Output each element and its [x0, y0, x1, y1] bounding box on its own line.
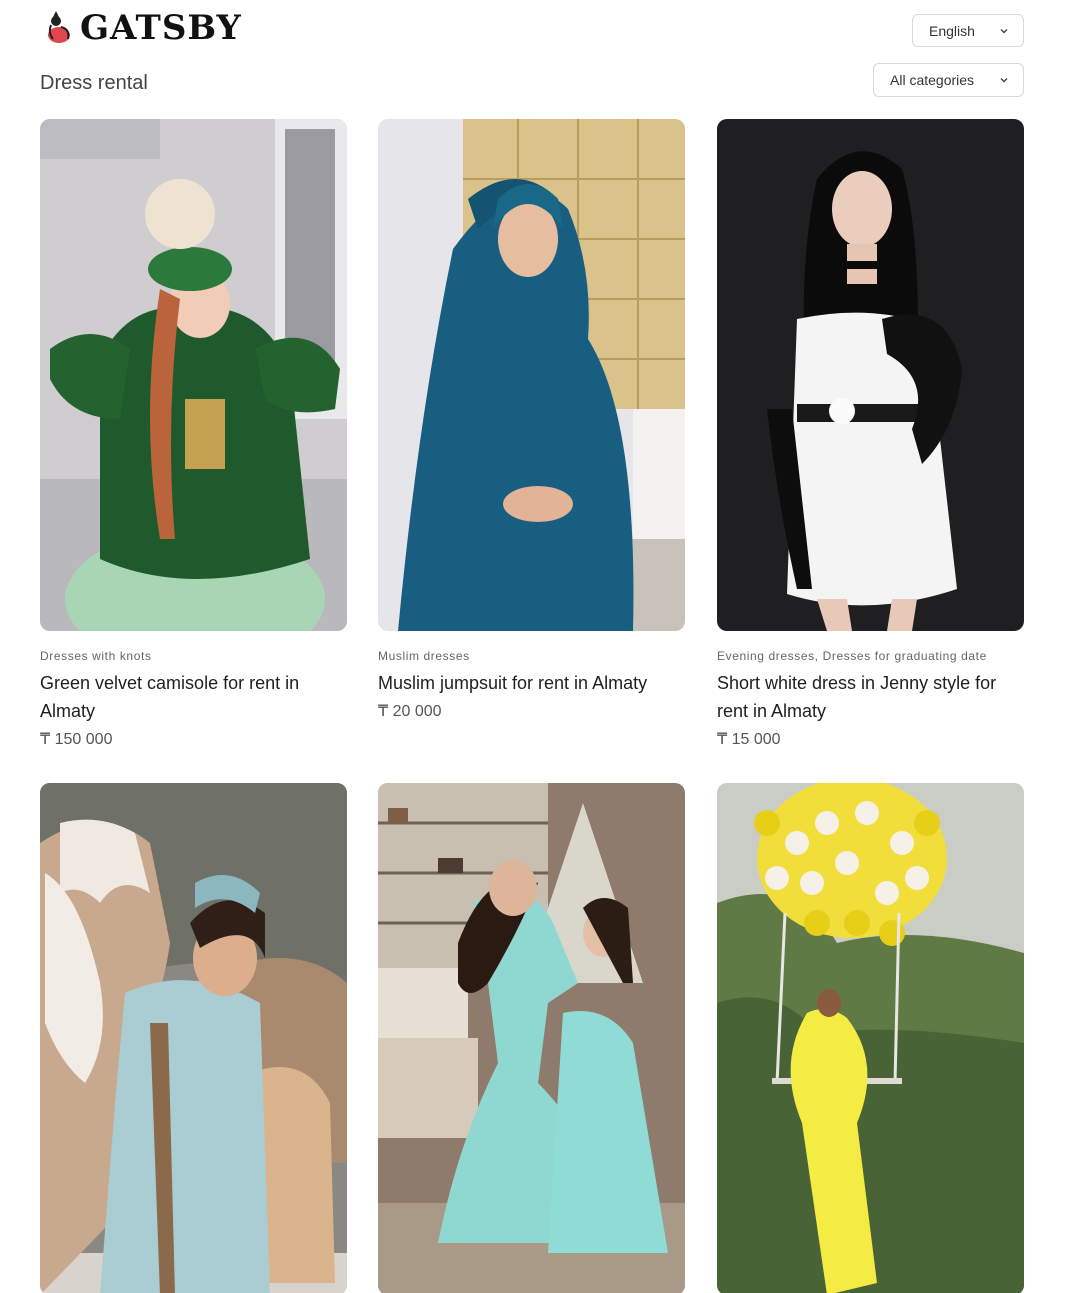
product-card[interactable] — [717, 783, 1024, 1293]
product-image — [40, 783, 347, 1293]
site-logo[interactable]: GATSBY — [44, 8, 242, 48]
product-image — [40, 119, 347, 631]
product-categories[interactable]: Evening dresses, Dresses for graduating … — [717, 649, 1024, 663]
gatsby-logo-icon — [48, 11, 70, 43]
chevron-down-icon — [1000, 28, 1008, 33]
product-image — [717, 783, 1024, 1293]
product-price: ₸ 15 000 — [717, 731, 781, 748]
product-categories[interactable]: Dresses with knots — [40, 649, 347, 663]
category-filter-value: All categories — [890, 72, 975, 88]
category-filter-select[interactable]: All categories — [873, 63, 1024, 97]
chevron-down-icon — [1000, 78, 1008, 83]
product-name[interactable]: Muslim jumpsuit for rent in Almaty — [378, 669, 678, 697]
product-photo[interactable] — [717, 119, 1024, 631]
product-card[interactable]: Muslim dresses Muslim jumpsuit for rent … — [378, 119, 685, 721]
product-photo[interactable] — [378, 119, 685, 631]
product-price: ₸ 20 000 — [378, 703, 442, 720]
product-image — [378, 783, 685, 1293]
product-card[interactable]: Dresses with knots Green velvet camisole… — [40, 119, 347, 749]
page: GATSBY English Dress rental All categori… — [0, 0, 1068, 1293]
product-card[interactable] — [40, 783, 347, 1293]
product-photo[interactable] — [717, 783, 1024, 1293]
product-price: ₸ 150 000 — [40, 731, 113, 748]
product-name[interactable]: Green velvet camisole for rent in Almaty — [40, 669, 340, 725]
page-title: Dress rental — [40, 72, 148, 94]
product-name[interactable]: Short white dress in Jenny style for ren… — [717, 669, 1017, 725]
product-photo[interactable] — [40, 119, 347, 631]
product-categories[interactable]: Muslim dresses — [378, 649, 685, 663]
product-photo[interactable] — [40, 783, 347, 1293]
language-select-value: English — [929, 22, 975, 39]
product-photo[interactable] — [378, 783, 685, 1293]
logo-text: GATSBY — [80, 8, 242, 48]
product-image — [378, 119, 685, 631]
product-card[interactable] — [378, 783, 685, 1293]
product-card[interactable]: Evening dresses, Dresses for graduating … — [717, 119, 1024, 749]
language-select[interactable]: English — [912, 14, 1024, 47]
product-image — [717, 119, 1024, 631]
